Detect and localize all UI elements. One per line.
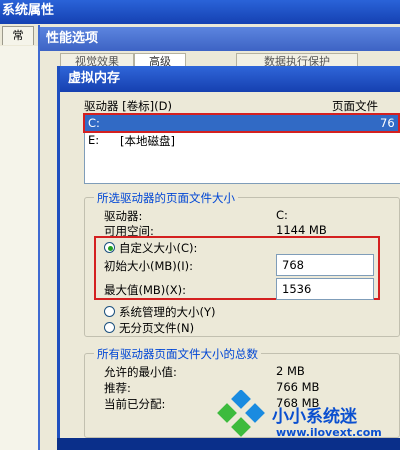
system-managed-radio[interactable] xyxy=(104,306,115,317)
free-space-value: 1144 MB xyxy=(276,223,327,237)
system-properties-titlebar: 系统属性 xyxy=(0,0,400,24)
initial-size-label: 初始大小(MB)(I): xyxy=(104,259,194,273)
initial-size-input[interactable]: 768 xyxy=(276,254,374,276)
watermark-url: www.ilovext.com xyxy=(276,426,382,439)
radio-selected-dot xyxy=(108,246,113,251)
system-managed-label: 系统管理的大小(Y) xyxy=(119,305,216,319)
allocated-label: 当前已分配: xyxy=(104,397,166,411)
recommended-value: 766 MB xyxy=(276,380,320,394)
virtual-memory-titlebar: 虚拟内存 xyxy=(60,66,400,92)
total-pagefile-group-title: 所有驱动器页面文件大小的总数 xyxy=(94,346,261,362)
min-allowed-label: 允许的最小值: xyxy=(104,365,177,379)
no-pagefile-radio[interactable] xyxy=(104,322,115,333)
no-pagefile-label: 无分页文件(N) xyxy=(119,321,195,335)
recommended-label: 推荐: xyxy=(104,381,131,395)
watermark-logo-icon xyxy=(210,389,270,450)
max-size-label: 最大值(MB)(X): xyxy=(104,283,187,297)
custom-size-radio[interactable] xyxy=(104,242,115,253)
drive-e-label: [本地磁盘] xyxy=(120,134,175,148)
tab-general[interactable]: 常 xyxy=(2,26,34,45)
drive-label: 驱动器: xyxy=(104,209,143,223)
drive-value: C: xyxy=(276,208,288,222)
drive-list-header: 驱动器 [卷标](D) xyxy=(84,99,172,113)
min-allowed-value: 2 MB xyxy=(276,364,305,378)
pagefile-list-header: 页面文件 xyxy=(332,99,378,113)
selected-drive-group-title: 所选驱动器的页面文件大小 xyxy=(94,190,238,206)
max-size-input[interactable]: 1536 xyxy=(276,278,374,300)
system-properties-content xyxy=(0,46,39,450)
watermark-brand: 小小系统迷 xyxy=(272,407,357,427)
drive-e-letter: E: xyxy=(88,133,100,147)
highlight-box-drive xyxy=(83,113,400,133)
custom-size-label: 自定义大小(C): xyxy=(119,241,198,255)
performance-options-titlebar: 性能选项 xyxy=(40,27,400,51)
